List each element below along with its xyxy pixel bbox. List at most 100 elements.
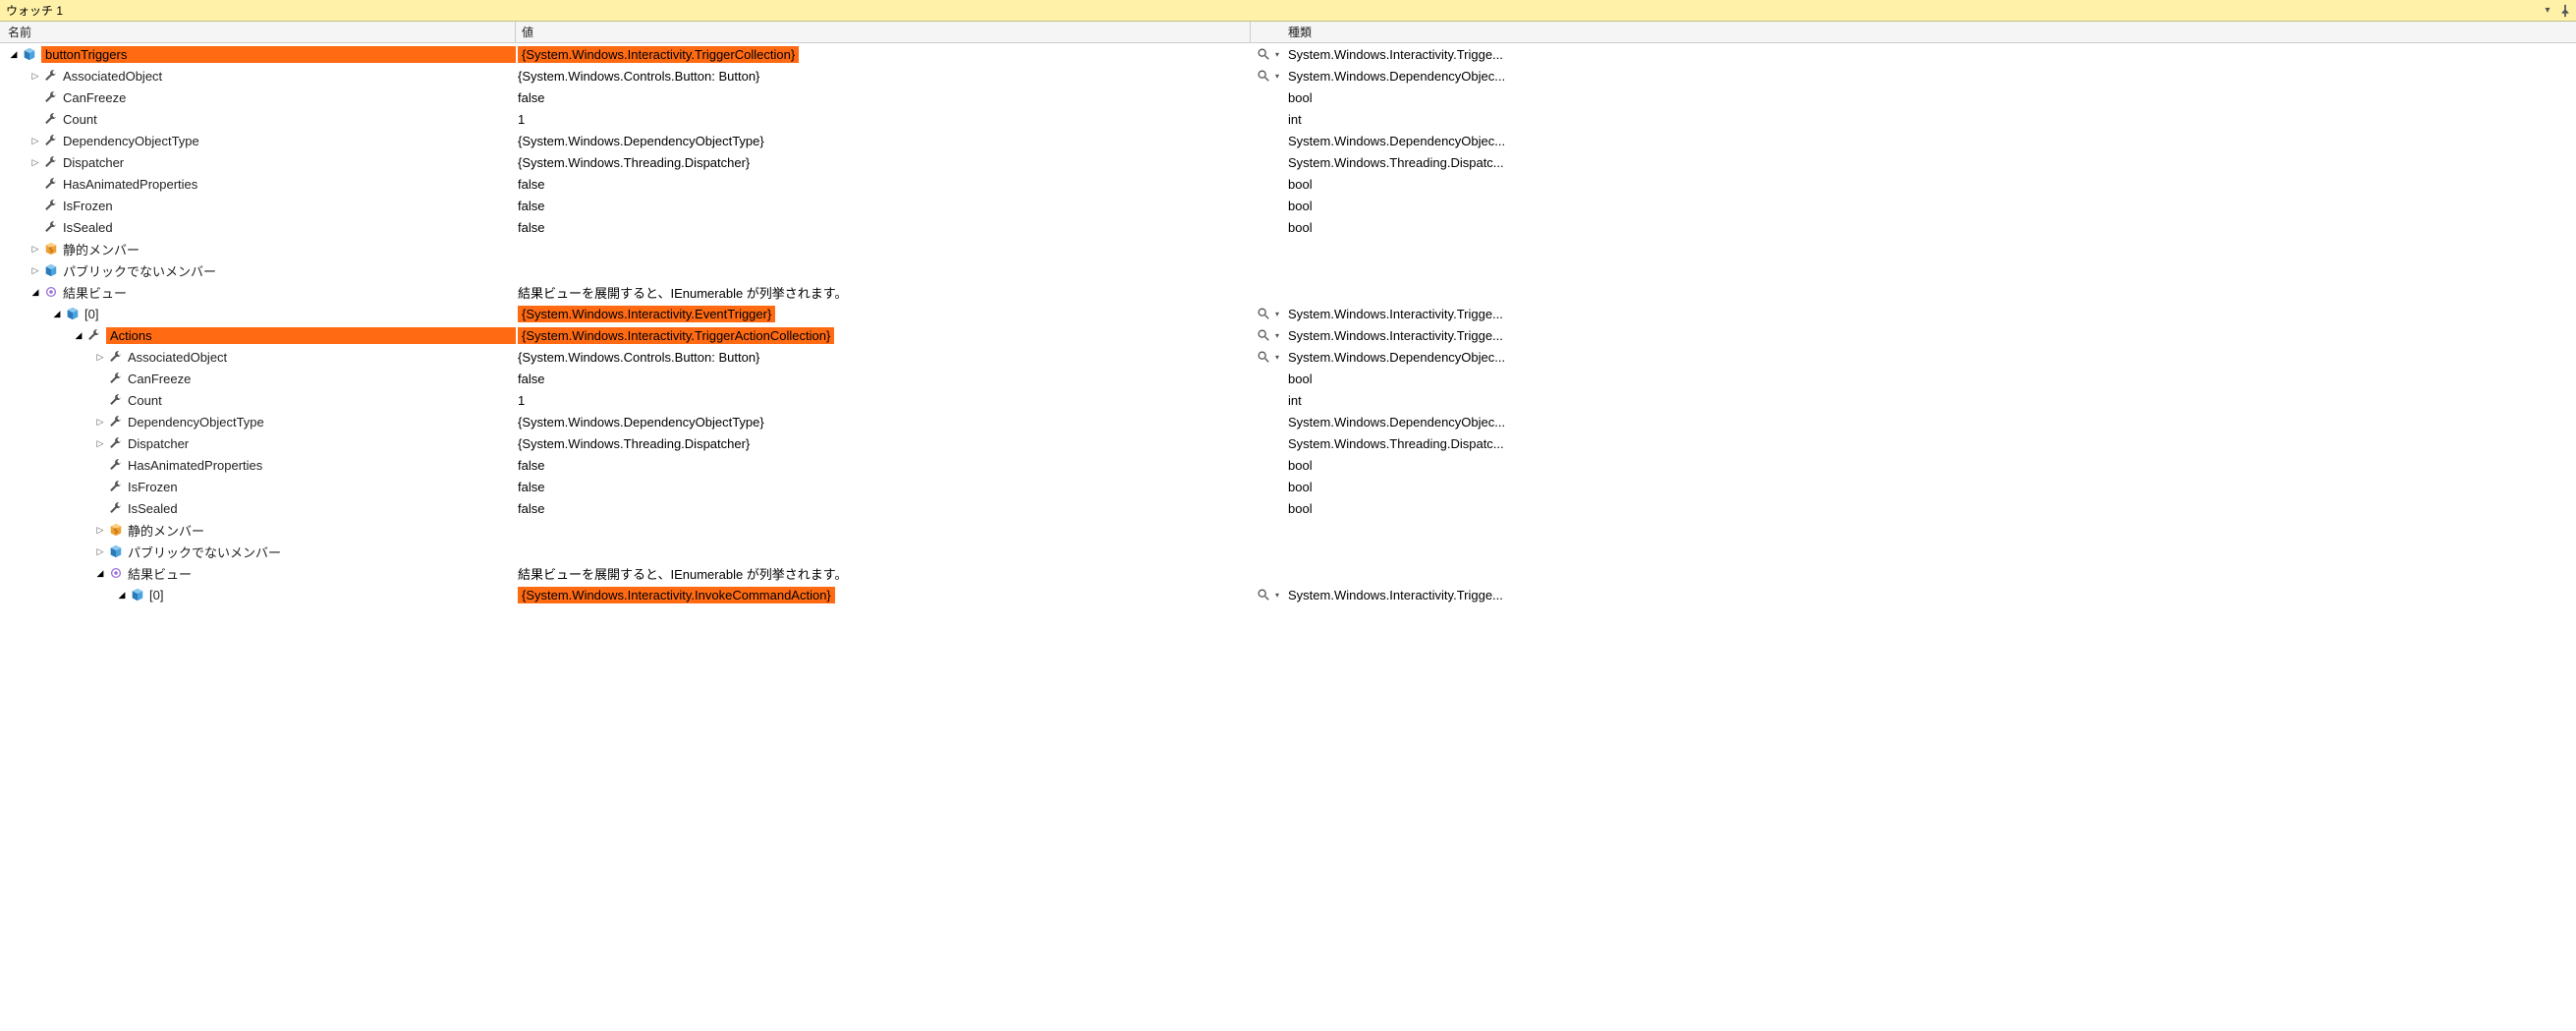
visualizer-icon[interactable] xyxy=(1257,588,1270,601)
watch-row[interactable]: ◢[0]{System.Windows.Interactivity.Invoke… xyxy=(0,584,2576,605)
expand-icon[interactable]: ▷ xyxy=(94,416,106,428)
cell-value[interactable]: {System.Windows.Interactivity.TriggerCol… xyxy=(516,46,1251,63)
cell-value[interactable]: false xyxy=(516,199,1251,213)
cell-name[interactable]: ▷Dispatcher xyxy=(0,435,516,451)
cell-name[interactable]: CanFreeze xyxy=(0,371,516,386)
cell-value[interactable]: {System.Windows.Threading.Dispatcher} xyxy=(516,155,1251,170)
cell-name[interactable]: CanFreeze xyxy=(0,89,516,105)
collapse-icon[interactable]: ◢ xyxy=(116,589,128,601)
cell-value[interactable]: 1 xyxy=(516,393,1251,408)
visualizer-dropdown-icon[interactable]: ▾ xyxy=(1272,588,1282,601)
cell-value[interactable]: 結果ビューを展開すると、IEnumerable が列挙されます。 xyxy=(516,283,1251,302)
cell-name[interactable]: IsFrozen xyxy=(0,479,516,494)
watch-row[interactable]: ▷S静的メンバー xyxy=(0,238,2576,259)
cell-name[interactable]: ▷DependencyObjectType xyxy=(0,414,516,430)
cell-value[interactable]: {System.Windows.DependencyObjectType} xyxy=(516,134,1251,148)
cell-name[interactable]: ◢結果ビュー xyxy=(0,564,516,583)
cell-name[interactable]: ◢Actions xyxy=(0,327,516,344)
cell-name[interactable]: ▷S静的メンバー xyxy=(0,521,516,540)
pin-icon[interactable] xyxy=(2558,4,2572,18)
watch-row[interactable]: IsFrozenfalsebool xyxy=(0,476,2576,497)
watch-row[interactable]: ▷DependencyObjectType{System.Windows.Dep… xyxy=(0,411,2576,432)
visualizer-dropdown-icon[interactable]: ▾ xyxy=(1272,328,1282,342)
watch-row[interactable]: Count1int xyxy=(0,389,2576,411)
cell-value[interactable]: false xyxy=(516,90,1251,105)
cell-name[interactable]: ▷AssociatedObject xyxy=(0,349,516,365)
cell-value[interactable]: {System.Windows.Controls.Button: Button} xyxy=(516,350,1251,365)
cell-value[interactable]: false xyxy=(516,220,1251,235)
cell-value[interactable]: {System.Windows.Interactivity.InvokeComm… xyxy=(516,587,1251,603)
cell-value[interactable]: 結果ビューを展開すると、IEnumerable が列挙されます。 xyxy=(516,564,1251,583)
collapse-icon[interactable]: ◢ xyxy=(73,329,84,341)
watch-row[interactable]: ▷Dispatcher{System.Windows.Threading.Dis… xyxy=(0,151,2576,173)
watch-row[interactable]: ▷Dispatcher{System.Windows.Threading.Dis… xyxy=(0,432,2576,454)
watch-row[interactable]: ▷AssociatedObject{System.Windows.Control… xyxy=(0,65,2576,86)
cell-name[interactable]: Count xyxy=(0,392,516,408)
cell-name[interactable]: ◢[0] xyxy=(0,306,516,321)
collapse-icon[interactable]: ◢ xyxy=(8,48,20,60)
watch-row[interactable]: ◢結果ビュー結果ビューを展開すると、IEnumerable が列挙されます。 xyxy=(0,562,2576,584)
cell-value[interactable]: false xyxy=(516,372,1251,386)
expand-icon[interactable]: ▷ xyxy=(94,351,106,363)
cell-name[interactable]: ▷パブリックでないメンバー xyxy=(0,261,516,280)
cell-value[interactable]: {System.Windows.Controls.Button: Button} xyxy=(516,69,1251,84)
visualizer-icon[interactable] xyxy=(1257,350,1270,364)
collapse-icon[interactable]: ◢ xyxy=(29,286,41,298)
cell-value[interactable]: {System.Windows.Interactivity.EventTrigg… xyxy=(516,306,1251,322)
cell-value[interactable]: {System.Windows.Threading.Dispatcher} xyxy=(516,436,1251,451)
watch-row[interactable]: ◢結果ビュー結果ビューを展開すると、IEnumerable が列挙されます。 xyxy=(0,281,2576,303)
visualizer-dropdown-icon[interactable]: ▾ xyxy=(1272,350,1282,364)
cell-name[interactable]: ▷S静的メンバー xyxy=(0,240,516,258)
cell-name[interactable]: ▷Dispatcher xyxy=(0,154,516,170)
watch-row[interactable]: HasAnimatedPropertiesfalsebool xyxy=(0,454,2576,476)
expand-icon[interactable]: ▷ xyxy=(94,545,106,557)
cell-name[interactable]: ▷DependencyObjectType xyxy=(0,133,516,148)
watch-row[interactable]: ◢[0]{System.Windows.Interactivity.EventT… xyxy=(0,303,2576,324)
watch-row[interactable]: ▷S静的メンバー xyxy=(0,519,2576,541)
cell-value[interactable]: {System.Windows.DependencyObjectType} xyxy=(516,415,1251,430)
cell-name[interactable]: ▷AssociatedObject xyxy=(0,68,516,84)
cell-name[interactable]: Count xyxy=(0,111,516,127)
visualizer-icon[interactable] xyxy=(1257,47,1270,61)
visualizer-dropdown-icon[interactable]: ▾ xyxy=(1272,307,1282,320)
collapse-icon[interactable]: ◢ xyxy=(51,308,63,319)
expand-icon[interactable]: ▷ xyxy=(29,135,41,146)
header-value[interactable]: 値 xyxy=(516,22,1251,42)
visualizer-icon[interactable] xyxy=(1257,69,1270,83)
cell-name[interactable]: ◢buttonTriggers xyxy=(0,46,516,63)
cell-value[interactable]: false xyxy=(516,177,1251,192)
cell-value[interactable]: false xyxy=(516,458,1251,473)
watch-row[interactable]: ◢buttonTriggers{System.Windows.Interacti… xyxy=(0,43,2576,65)
watch-row[interactable]: ▷AssociatedObject{System.Windows.Control… xyxy=(0,346,2576,368)
watch-row[interactable]: IsSealedfalsebool xyxy=(0,497,2576,519)
expand-icon[interactable]: ▷ xyxy=(29,264,41,276)
watch-row[interactable]: Count1int xyxy=(0,108,2576,130)
cell-name[interactable]: IsSealed xyxy=(0,500,516,516)
cell-name[interactable]: ▷パブリックでないメンバー xyxy=(0,543,516,561)
visualizer-icon[interactable] xyxy=(1257,307,1270,320)
cell-value[interactable]: false xyxy=(516,480,1251,494)
visualizer-dropdown-icon[interactable]: ▾ xyxy=(1272,47,1282,61)
watch-row[interactable]: ◢Actions{System.Windows.Interactivity.Tr… xyxy=(0,324,2576,346)
visualizer-icon[interactable] xyxy=(1257,328,1270,342)
cell-name[interactable]: HasAnimatedProperties xyxy=(0,457,516,473)
cell-value[interactable]: {System.Windows.Interactivity.TriggerAct… xyxy=(516,327,1251,344)
cell-value[interactable]: false xyxy=(516,501,1251,516)
watch-row[interactable]: IsSealedfalsebool xyxy=(0,216,2576,238)
window-options-icon[interactable]: ▾ xyxy=(2541,4,2554,18)
expand-icon[interactable]: ▷ xyxy=(94,524,106,536)
expand-icon[interactable]: ▷ xyxy=(94,437,106,449)
header-name[interactable]: 名前 xyxy=(0,22,516,42)
expand-icon[interactable]: ▷ xyxy=(29,70,41,82)
watch-row[interactable]: ▷DependencyObjectType{System.Windows.Dep… xyxy=(0,130,2576,151)
expand-icon[interactable]: ▷ xyxy=(29,156,41,168)
cell-name[interactable]: ◢結果ビュー xyxy=(0,283,516,302)
watch-row[interactable]: ▷パブリックでないメンバー xyxy=(0,541,2576,562)
watch-row[interactable]: CanFreezefalsebool xyxy=(0,368,2576,389)
visualizer-dropdown-icon[interactable]: ▾ xyxy=(1272,69,1282,83)
watch-row[interactable]: ▷パブリックでないメンバー xyxy=(0,259,2576,281)
cell-name[interactable]: IsSealed xyxy=(0,219,516,235)
cell-value[interactable]: 1 xyxy=(516,112,1251,127)
collapse-icon[interactable]: ◢ xyxy=(94,567,106,579)
watch-row[interactable]: CanFreezefalsebool xyxy=(0,86,2576,108)
